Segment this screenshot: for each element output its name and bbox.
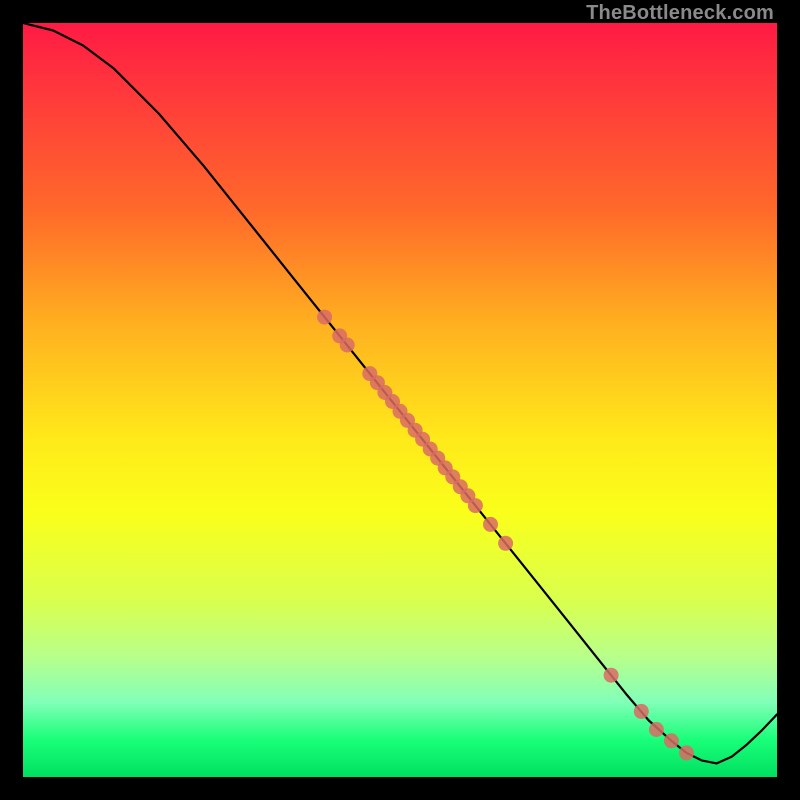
- watermark-text: TheBottleneck.com: [586, 2, 774, 25]
- data-marker: [408, 423, 423, 438]
- data-marker: [649, 722, 664, 737]
- data-marker: [362, 366, 377, 381]
- data-marker: [393, 404, 408, 419]
- data-marker: [423, 442, 438, 457]
- data-marker: [332, 328, 347, 343]
- data-marker: [483, 517, 498, 532]
- plot-area: [23, 23, 777, 777]
- data-marker: [664, 733, 679, 748]
- data-marker: [430, 451, 445, 466]
- data-marker: [498, 536, 513, 551]
- data-marker: [400, 413, 415, 428]
- data-marker: [460, 488, 475, 503]
- data-marker: [415, 432, 430, 447]
- data-marker: [604, 668, 619, 683]
- data-marker: [453, 479, 468, 494]
- bottleneck-curve: [23, 23, 777, 763]
- marker-group: [317, 310, 694, 761]
- data-marker: [385, 394, 400, 409]
- data-marker: [445, 469, 460, 484]
- data-marker: [377, 385, 392, 400]
- data-marker: [634, 704, 649, 719]
- data-marker: [438, 460, 453, 475]
- chart-stage: TheBottleneck.com: [0, 0, 800, 800]
- data-marker: [370, 375, 385, 390]
- data-marker: [468, 498, 483, 513]
- data-marker: [679, 745, 694, 760]
- curve-svg: [23, 23, 777, 777]
- data-marker: [317, 310, 332, 325]
- data-marker: [340, 338, 355, 353]
